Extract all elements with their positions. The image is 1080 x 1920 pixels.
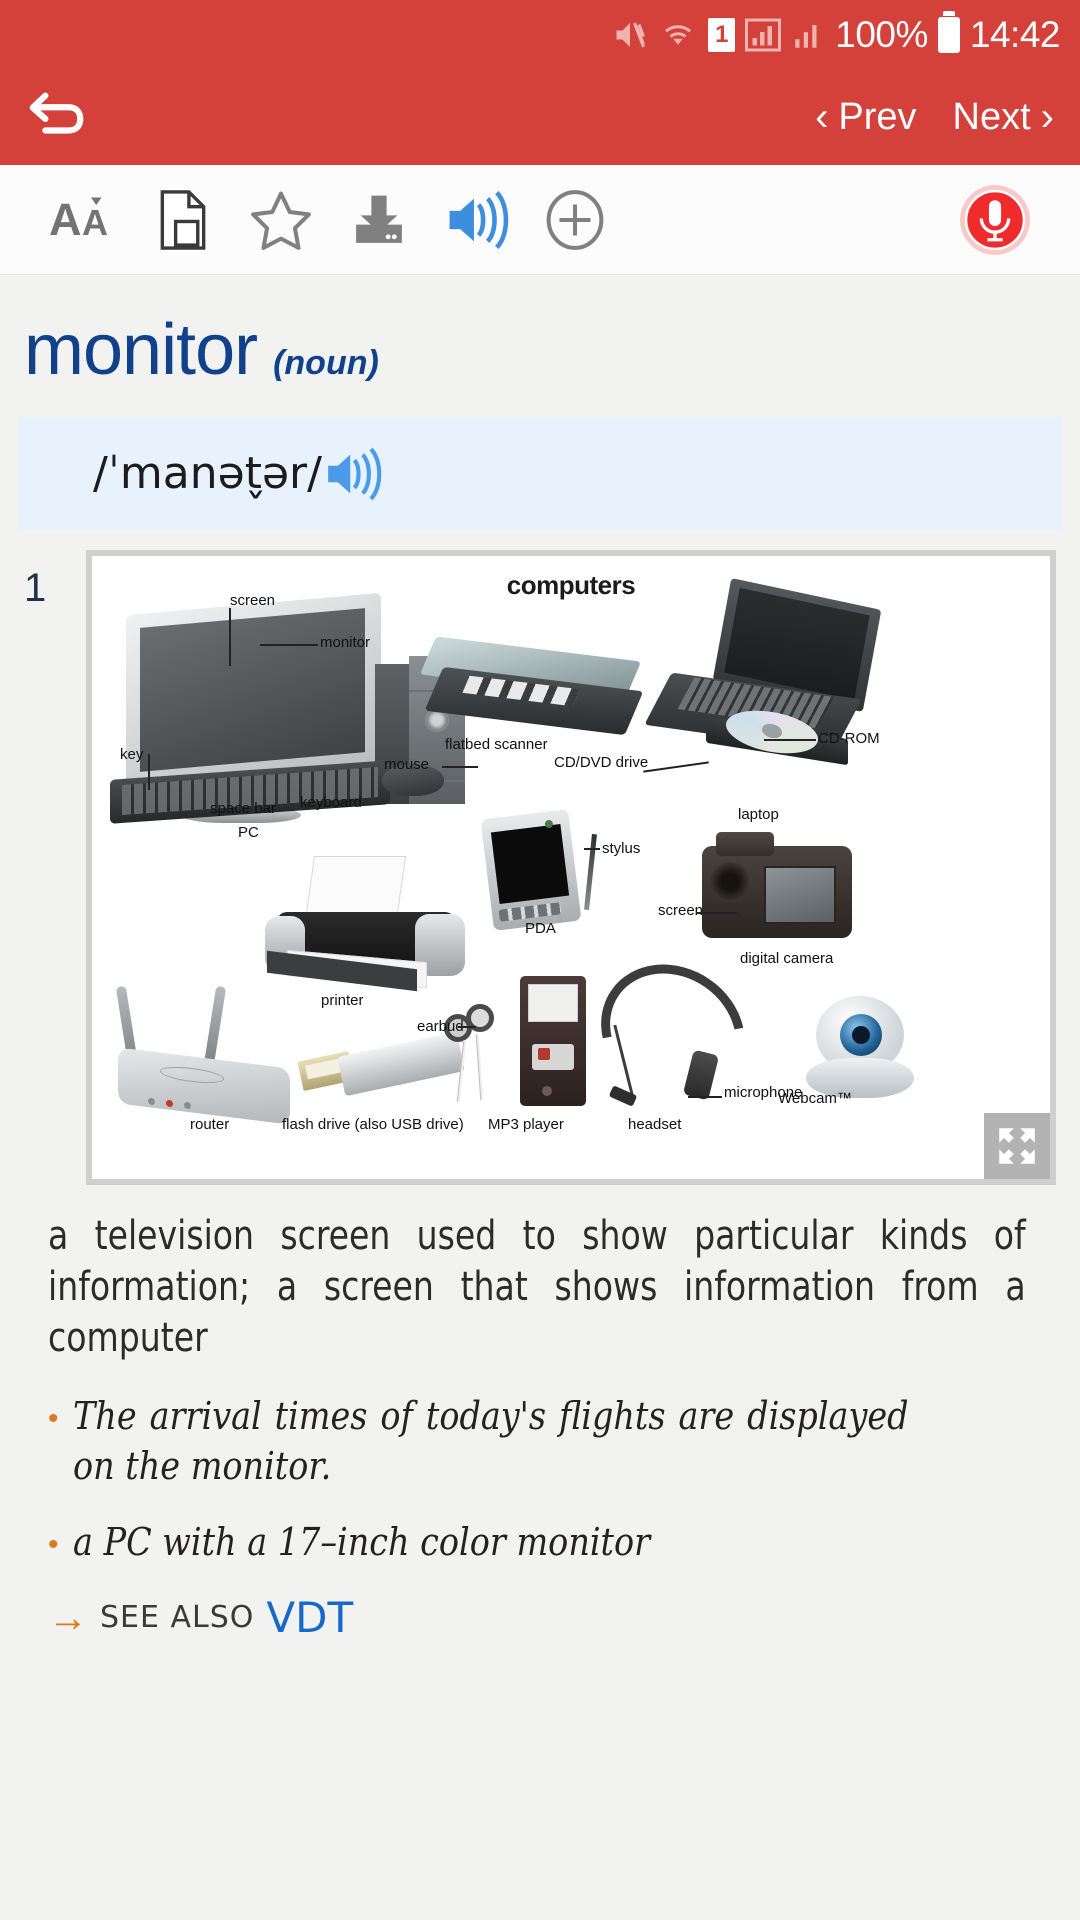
battery-percent-text: 100% <box>835 14 928 55</box>
stylus-illustration <box>584 833 598 911</box>
sound-icon[interactable] <box>324 447 382 501</box>
download-icon[interactable] <box>330 171 428 269</box>
example-item: • a PC with a 17–inch color monitor <box>48 1517 1032 1567</box>
illustration-label: router <box>190 1116 230 1133</box>
entry-toolbar: A A <box>0 165 1080 275</box>
bullet-icon: • <box>48 1401 59 1435</box>
leader-line <box>584 848 600 850</box>
illustration-label: stylus <box>602 840 641 857</box>
see-also-link[interactable]: VDT <box>266 1593 353 1642</box>
leader-line <box>442 766 478 768</box>
status-bar: 1 100% 14:42 <box>0 0 1080 70</box>
illustration-label: earbud <box>417 1018 464 1035</box>
printer-illustration <box>247 856 467 992</box>
signal-bars-2-icon <box>791 17 825 53</box>
headword-block: monitor (noun) <box>0 275 1080 417</box>
illustration-label: key <box>120 746 144 763</box>
illustration-label: MP3 player <box>488 1116 564 1133</box>
illustration-label: keyboard <box>300 794 362 811</box>
illustration-label: PC <box>238 824 259 841</box>
illustration-label: headset <box>628 1116 682 1133</box>
leader-line <box>458 1026 476 1028</box>
clock-text: 14:42 <box>969 14 1061 55</box>
next-button[interactable]: Next › <box>953 95 1054 140</box>
sim-1-icon: 1 <box>708 18 736 52</box>
illustration-label: screen <box>658 902 704 919</box>
illustration-label: space bar <box>210 800 276 817</box>
microphone-record-button[interactable] <box>946 171 1044 269</box>
sound-icon[interactable] <box>428 171 526 269</box>
pronunciation-text: /ˈmanət̬ər/ <box>93 448 322 499</box>
illustration-label: digital camera <box>740 950 834 967</box>
illustration-label: CD/DVD drive <box>554 754 649 771</box>
page-title: monitor <box>24 310 258 390</box>
next-label: Next <box>952 96 1031 138</box>
definition-block: a television screen used to show particu… <box>0 1185 1080 1642</box>
battery-icon <box>937 11 960 53</box>
signal-bars-icon <box>745 17 782 53</box>
definition-text: a television screen used to show particu… <box>48 1213 1026 1362</box>
illustration-title: computers <box>506 570 636 600</box>
scanner-illustration <box>419 636 650 736</box>
keyboard-illustration <box>110 760 410 826</box>
prev-button[interactable]: ‹ Prev <box>815 95 916 140</box>
camera-illustration <box>692 828 862 948</box>
earbud-illustration <box>444 996 504 1106</box>
leader-line <box>260 644 318 646</box>
add-plus-icon[interactable] <box>526 171 624 269</box>
font-size-icon[interactable]: A A <box>36 171 134 269</box>
illustration-label: PDA <box>525 920 556 937</box>
illustration-label: flash drive (also USB drive) <box>282 1116 464 1133</box>
navigation-bar: ‹ Prev Next › <box>0 70 1080 165</box>
leader-line <box>148 754 150 790</box>
back-arrow-icon[interactable] <box>26 89 88 146</box>
illustration-label: laptop <box>738 806 779 823</box>
illustration-label: Webcam™ <box>778 1090 852 1107</box>
bullet-icon: • <box>48 1527 59 1561</box>
illustration-label: monitor <box>320 634 371 651</box>
illustration-label: printer <box>321 992 364 1009</box>
see-also-label: SEE ALSO <box>100 1600 255 1636</box>
leader-line <box>229 608 231 666</box>
svg-text:A: A <box>82 202 108 243</box>
svg-text:A: A <box>49 194 82 245</box>
see-also-row: → SEE ALSO VDT <box>48 1593 1032 1642</box>
favorite-star-icon[interactable] <box>232 171 330 269</box>
fullscreen-expand-icon[interactable] <box>984 1113 1050 1179</box>
leader-line <box>764 739 816 741</box>
copy-page-icon[interactable] <box>134 171 232 269</box>
chevron-right-icon: › <box>1040 95 1054 139</box>
illustration-label: flatbed scanner <box>445 736 548 753</box>
illustration-image[interactable]: computers screen monitor key mouse space… <box>86 550 1056 1185</box>
arrow-right-icon: → <box>48 1595 88 1640</box>
example-item: • The arrival times of today's flights a… <box>48 1391 1032 1491</box>
example-text: a PC with a 17–inch color monitor <box>72 1519 650 1564</box>
leader-line <box>696 912 738 914</box>
mute-vibrate-icon <box>612 17 648 53</box>
leader-line <box>688 1096 722 1098</box>
router-illustration <box>114 985 304 1125</box>
illustration-label: screen <box>230 592 276 609</box>
illustration-label: mouse <box>384 756 430 773</box>
prev-label: Prev <box>838 96 917 138</box>
illustration-label: CD-ROM <box>818 730 880 747</box>
chevron-left-icon: ‹ <box>815 95 829 139</box>
part-of-speech: (noun) <box>273 344 379 382</box>
wifi-icon <box>658 17 698 53</box>
pronunciation-block: /ˈmanət̬ər/ <box>18 417 1062 530</box>
example-text: The arrival times of today's flights are… <box>72 1393 909 1488</box>
pda-illustration <box>480 809 592 934</box>
sense-1-row: 1 computers screen monitor key mouse spa… <box>0 530 1080 1185</box>
sense-number: 1 <box>24 566 47 610</box>
